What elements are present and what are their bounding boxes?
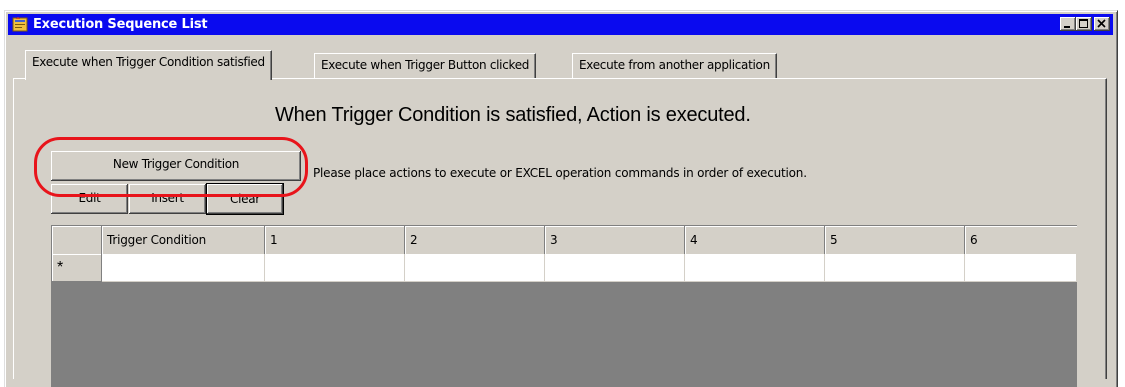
new-row-marker: * (52, 254, 102, 282)
grid-cell[interactable] (545, 254, 685, 282)
column-header-6[interactable]: 6 (965, 226, 1077, 254)
new-trigger-condition-button[interactable]: New Trigger Condition (51, 151, 301, 181)
minimize-icon (1064, 26, 1070, 28)
grid-cell[interactable] (825, 254, 965, 282)
column-header-2[interactable]: 2 (405, 226, 545, 254)
window-title: Execution Sequence List (33, 17, 208, 32)
tab-another-application[interactable]: Execute from another application (572, 53, 777, 78)
title-bar[interactable]: Execution Sequence List (8, 14, 1113, 35)
new-row[interactable]: * (52, 254, 1077, 282)
trigger-grid[interactable]: Trigger Condition 1 2 3 4 5 6 * (51, 225, 1077, 387)
column-header-5[interactable]: 5 (825, 226, 965, 254)
tab-label: Execute when Trigger Condition satisfied (32, 55, 265, 69)
maximize-button[interactable] (1076, 17, 1092, 31)
corner-header-cell (52, 226, 102, 254)
grid-cell[interactable] (265, 254, 405, 282)
minimize-button[interactable] (1060, 17, 1076, 31)
tab-trigger-button[interactable]: Execute when Trigger Button clicked (314, 53, 537, 78)
column-header-3[interactable]: 3 (545, 226, 685, 254)
grid-cell[interactable] (965, 254, 1077, 282)
panel-heading: When Trigger Condition is satisfied, Act… (275, 104, 751, 126)
tab-trigger-condition[interactable]: Execute when Trigger Condition satisfied (25, 50, 272, 80)
maximize-icon (1079, 19, 1088, 28)
instruction-text: Please place actions to execute or EXCEL… (313, 166, 807, 180)
clear-button[interactable]: Clear (206, 183, 284, 215)
column-header-1[interactable]: 1 (265, 226, 405, 254)
tab-label: Execute when Trigger Button clicked (321, 58, 530, 72)
close-button[interactable] (1094, 17, 1110, 31)
app-icon (12, 17, 28, 32)
tab-label: Execute from another application (579, 58, 770, 72)
grid-header: Trigger Condition 1 2 3 4 5 6 (52, 226, 1077, 254)
edit-button[interactable]: Edit (51, 184, 128, 214)
grid-cell[interactable] (102, 254, 265, 282)
close-icon (1097, 19, 1106, 28)
column-header-trigger-condition[interactable]: Trigger Condition (102, 226, 265, 254)
grid-cell[interactable] (405, 254, 545, 282)
insert-button[interactable]: Insert (129, 184, 206, 214)
grid-cell[interactable] (685, 254, 825, 282)
column-header-4[interactable]: 4 (685, 226, 825, 254)
